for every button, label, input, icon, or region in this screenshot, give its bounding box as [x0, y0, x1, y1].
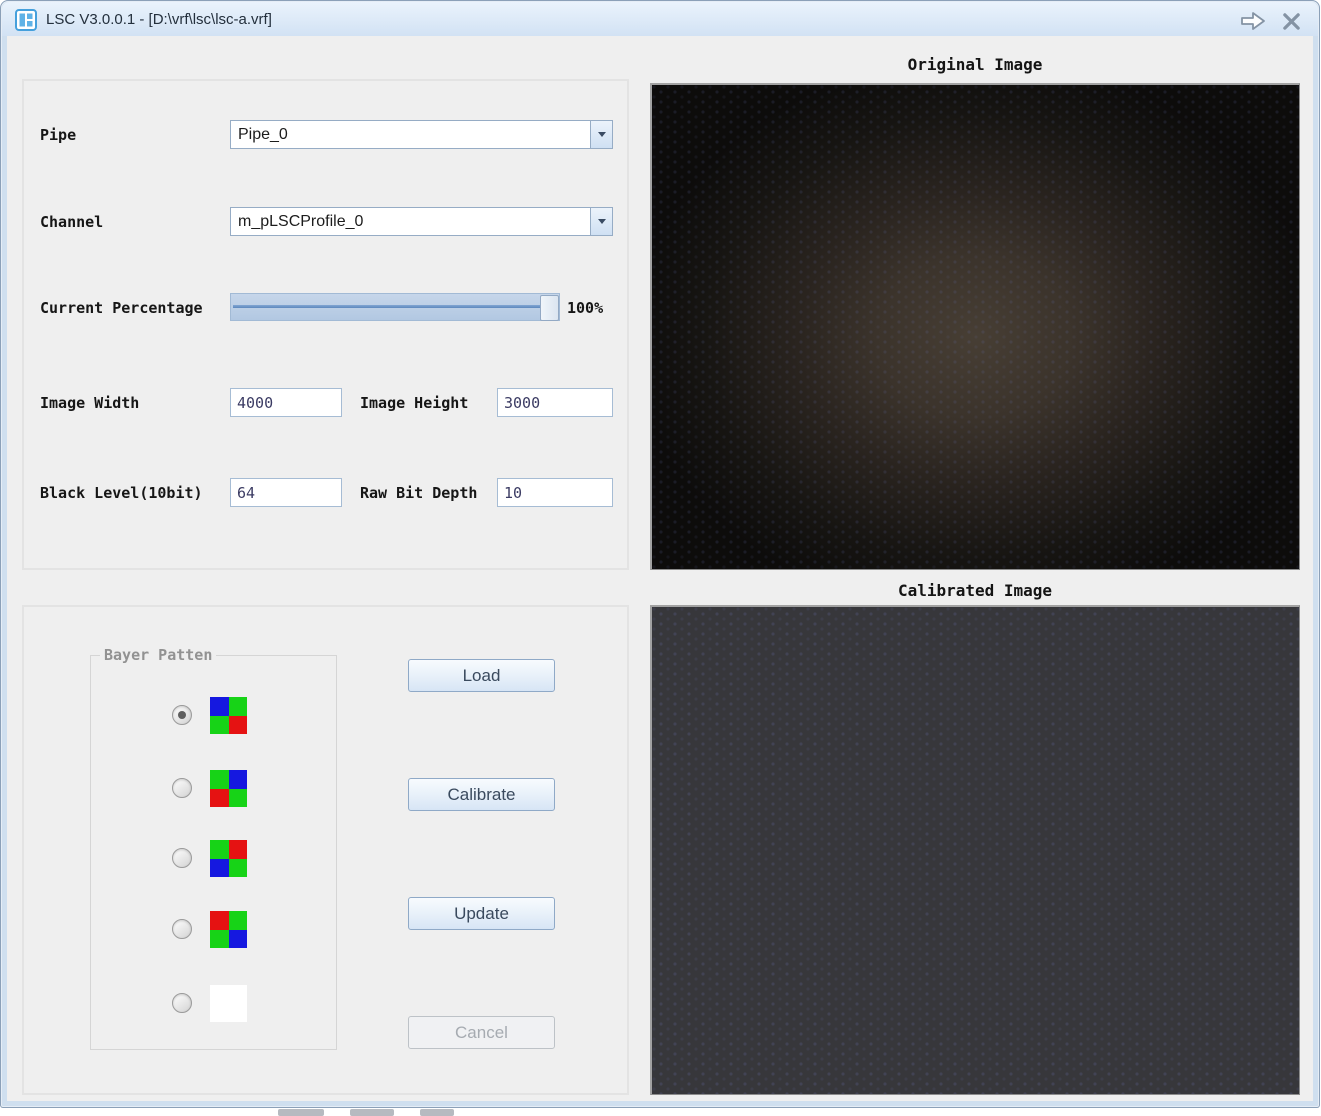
- bayer-pattern-swatch: [210, 697, 247, 734]
- bayer-radio[interactable]: [172, 848, 192, 868]
- image-height-label: Image Height: [360, 394, 469, 412]
- calibrate-button[interactable]: Calibrate: [408, 778, 555, 811]
- current-percentage-slider[interactable]: [230, 293, 560, 321]
- image-width-label: Image Width: [40, 394, 140, 412]
- bayer-option-grbg[interactable]: [0, 840, 629, 877]
- update-button[interactable]: Update: [408, 897, 555, 930]
- bayer-pattern-swatch: [210, 770, 247, 807]
- raw-bit-depth-field[interactable]: [497, 478, 613, 507]
- image-width-field[interactable]: [230, 388, 342, 417]
- black-level-label: Black Level(10bit): [40, 484, 203, 502]
- pipe-select-value: Pipe_0: [238, 125, 288, 143]
- bayer-pattern-swatch: [210, 840, 247, 877]
- black-level-field[interactable]: [230, 478, 342, 507]
- desktop: LSC V3.0.0.1 - [D:\vrf\lsc\lsc-a.vrf] Pi…: [0, 0, 1321, 1116]
- channel-select[interactable]: m_pLSCProfile_0: [230, 207, 613, 236]
- calibrated-image-title: Calibrated Image: [897, 581, 1053, 600]
- chevron-down-icon[interactable]: [590, 208, 612, 235]
- background-window-fragment: [278, 1109, 324, 1116]
- current-percentage-label: Current Percentage: [40, 299, 203, 317]
- bayer-pattern-swatch: [210, 985, 247, 1022]
- bayer-pattern-group-label: Bayer Patten: [100, 646, 217, 664]
- original-image-title: Original Image: [907, 55, 1043, 74]
- image-height-field[interactable]: [497, 388, 613, 417]
- bayer-option-bggr[interactable]: [0, 697, 629, 734]
- calibrated-image: [650, 605, 1300, 1095]
- background-window-fragment: [420, 1109, 454, 1116]
- cancel-button[interactable]: Cancel: [408, 1016, 555, 1049]
- bayer-radio[interactable]: [172, 705, 192, 725]
- bayer-radio[interactable]: [172, 778, 192, 798]
- chevron-down-icon[interactable]: [590, 121, 612, 148]
- original-image: [650, 83, 1300, 570]
- app-window: LSC V3.0.0.1 - [D:\vrf\lsc\lsc-a.vrf] Pi…: [0, 0, 1320, 1108]
- bayer-radio[interactable]: [172, 993, 192, 1013]
- raw-bit-depth-label: Raw Bit Depth: [360, 484, 478, 502]
- current-percentage-value: 100%: [567, 299, 604, 317]
- slider-handle[interactable]: [540, 295, 559, 321]
- pipe-select[interactable]: Pipe_0: [230, 120, 613, 149]
- slider-track-line: [233, 305, 555, 308]
- load-button[interactable]: Load: [408, 659, 555, 692]
- channel-select-value: m_pLSCProfile_0: [238, 212, 364, 230]
- bayer-radio[interactable]: [172, 919, 192, 939]
- channel-label: Channel: [40, 213, 104, 231]
- pipe-label: Pipe: [40, 126, 77, 144]
- background-window-fragment: [350, 1109, 394, 1116]
- bayer-pattern-swatch: [210, 911, 247, 948]
